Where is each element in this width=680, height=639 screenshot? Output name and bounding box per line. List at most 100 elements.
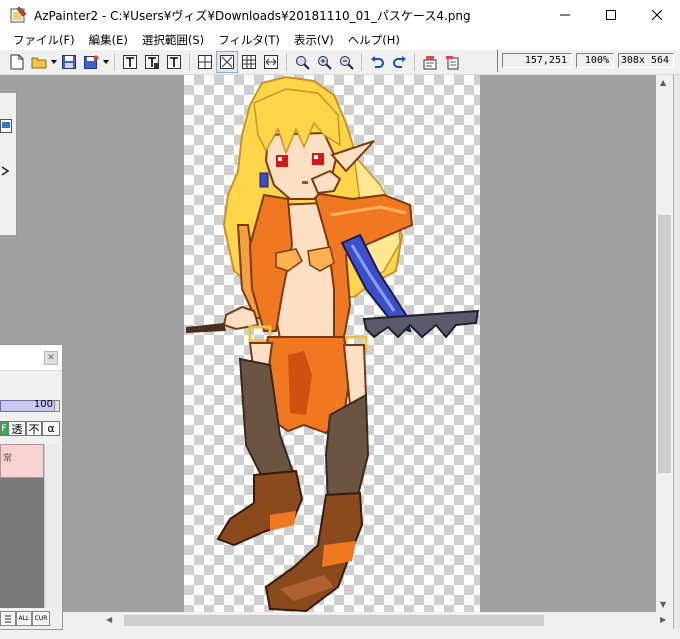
layer-panel-footer: ALL CUR — [0, 611, 50, 626]
layer-menu-button[interactable] — [0, 611, 16, 626]
toolbar-separator — [189, 53, 190, 71]
monitor-icon — [2, 122, 10, 128]
toolbar-separator — [286, 53, 287, 71]
scroll-up-icon[interactable]: ▲ — [660, 79, 666, 87]
vertical-scroll-thumb[interactable] — [658, 215, 671, 473]
horizontal-scroll-thumb[interactable] — [124, 615, 544, 626]
layer-option-icon — [445, 55, 458, 69]
window-title: AzPainter2 - C:¥Users¥ヴィズ¥Downloads¥2018… — [34, 8, 471, 23]
grid-fit-button[interactable] — [194, 51, 216, 73]
text-tool-2-button[interactable] — [141, 51, 163, 73]
opaque-button[interactable]: 不 — [26, 421, 42, 436]
close-icon — [652, 10, 662, 20]
text-tool-icon — [123, 55, 137, 69]
chevron-right-icon — [1, 166, 10, 176]
save-dropdown[interactable] — [102, 51, 110, 73]
close-icon: ✕ — [47, 353, 55, 363]
fit-window-button[interactable] — [216, 51, 238, 73]
toolbar-separator — [361, 53, 362, 71]
background-window-edge — [673, 75, 680, 639]
layer-panel-close-button[interactable]: ✕ — [44, 351, 58, 365]
zoom-button[interactable] — [291, 51, 313, 73]
tool-palette-panel — [0, 92, 17, 236]
brush-option-icon — [423, 55, 436, 69]
menu-selection[interactable]: 選択範囲(S) — [135, 32, 211, 48]
title-bar: AzPainter2 - C:¥Users¥ヴィズ¥Downloads¥2018… — [0, 0, 680, 30]
open-folder-icon — [31, 57, 46, 69]
menu-bar: ファイル(F) 編集(E) 選択範囲(S) フィルタ(T) 表示(V) ヘルプ(… — [0, 30, 680, 50]
save-as-icon — [83, 55, 98, 69]
save-icon — [62, 55, 76, 69]
menu-edit[interactable]: 編集(E) — [82, 32, 135, 48]
text-tool-2-icon — [145, 55, 159, 69]
layer-panel-titlebar: ✕ — [0, 345, 62, 371]
new-file-button[interactable] — [6, 51, 28, 73]
grid-fit-icon — [198, 55, 212, 69]
menu-view[interactable]: 表示(V) — [287, 32, 341, 48]
opacity-spinner[interactable] — [54, 400, 60, 412]
maximize-button[interactable] — [588, 0, 634, 30]
status-area: 157,251 100% 308x 564 — [497, 50, 677, 72]
zoom-level: 100% — [576, 53, 614, 68]
menu-help[interactable]: ヘルプ(H) — [341, 32, 407, 48]
layer-flag-button[interactable]: F — [0, 421, 8, 436]
pixel-art-character — [186, 75, 480, 612]
menu-filter[interactable]: フィルタ(T) — [211, 32, 287, 48]
zoom-out-icon — [339, 55, 354, 70]
zoom-out-button[interactable] — [335, 51, 357, 73]
menu-icon — [5, 615, 11, 622]
undo-button[interactable] — [366, 51, 388, 73]
canvas-area[interactable] — [0, 75, 656, 612]
grid-button[interactable] — [238, 51, 260, 73]
close-button[interactable] — [634, 0, 680, 30]
layer-list-scrollbar[interactable] — [44, 444, 60, 608]
minimize-button[interactable] — [542, 0, 588, 30]
menu-file[interactable]: ファイル(F) — [6, 32, 82, 48]
opacity-slider[interactable]: 100 — [0, 399, 58, 412]
grid-icon — [242, 55, 256, 69]
transparent-button[interactable]: 透 — [8, 421, 26, 436]
dropdown-arrow-icon — [51, 60, 57, 64]
scroll-down-icon[interactable]: ▼ — [660, 601, 666, 609]
current-button[interactable]: CUR — [32, 611, 50, 626]
redo-icon — [392, 56, 406, 68]
redo-button[interactable] — [388, 51, 410, 73]
flip-horizontal-icon — [264, 55, 278, 69]
toolbar-separator — [114, 53, 115, 71]
scroll-right-icon[interactable]: ▶ — [660, 616, 666, 624]
vertical-scrollbar[interactable]: ▲ ▼ — [656, 75, 673, 612]
palette-tool-button[interactable] — [0, 119, 12, 133]
horizontal-scrollbar[interactable]: ◀ ▶ — [0, 612, 673, 629]
bottom-strip — [0, 629, 680, 639]
zoom-in-button[interactable] — [313, 51, 335, 73]
open-button[interactable] — [28, 51, 50, 73]
text-tool-button[interactable] — [119, 51, 141, 73]
zoom-in-icon — [317, 55, 332, 70]
fit-window-icon — [220, 55, 234, 69]
all-button[interactable]: ALL — [16, 611, 32, 626]
zoom-icon — [295, 55, 310, 70]
cursor-position: 157,251 — [502, 53, 572, 68]
flip-horizontal-button[interactable] — [260, 51, 282, 73]
opacity-value: 100 — [33, 399, 53, 410]
maximize-icon — [606, 10, 616, 20]
layer-option-buttons: F 透 不 α — [0, 421, 60, 436]
alpha-button[interactable]: α — [42, 421, 60, 436]
image-size: 308x 564 — [618, 53, 674, 68]
text-tool-3-button[interactable] — [163, 51, 185, 73]
brush-option-button[interactable] — [419, 51, 441, 73]
palette-arrow-button[interactable] — [0, 165, 12, 179]
save-as-button[interactable] — [80, 51, 102, 73]
undo-icon — [370, 56, 384, 68]
layer-mode-label: 常 — [3, 454, 13, 464]
toolbar: 157,251 100% 308x 564 — [0, 50, 680, 75]
open-dropdown[interactable] — [50, 51, 58, 73]
dropdown-arrow-icon — [103, 60, 109, 64]
save-button[interactable] — [58, 51, 80, 73]
scroll-left-icon[interactable]: ◀ — [106, 616, 112, 624]
layer-option-button[interactable] — [441, 51, 463, 73]
layer-item[interactable]: 常 — [0, 444, 44, 478]
minimize-icon — [560, 14, 570, 16]
layer-panel: ✕ 100 F 透 不 α 常 ALL CUR — [0, 344, 63, 630]
app-icon — [10, 6, 28, 24]
